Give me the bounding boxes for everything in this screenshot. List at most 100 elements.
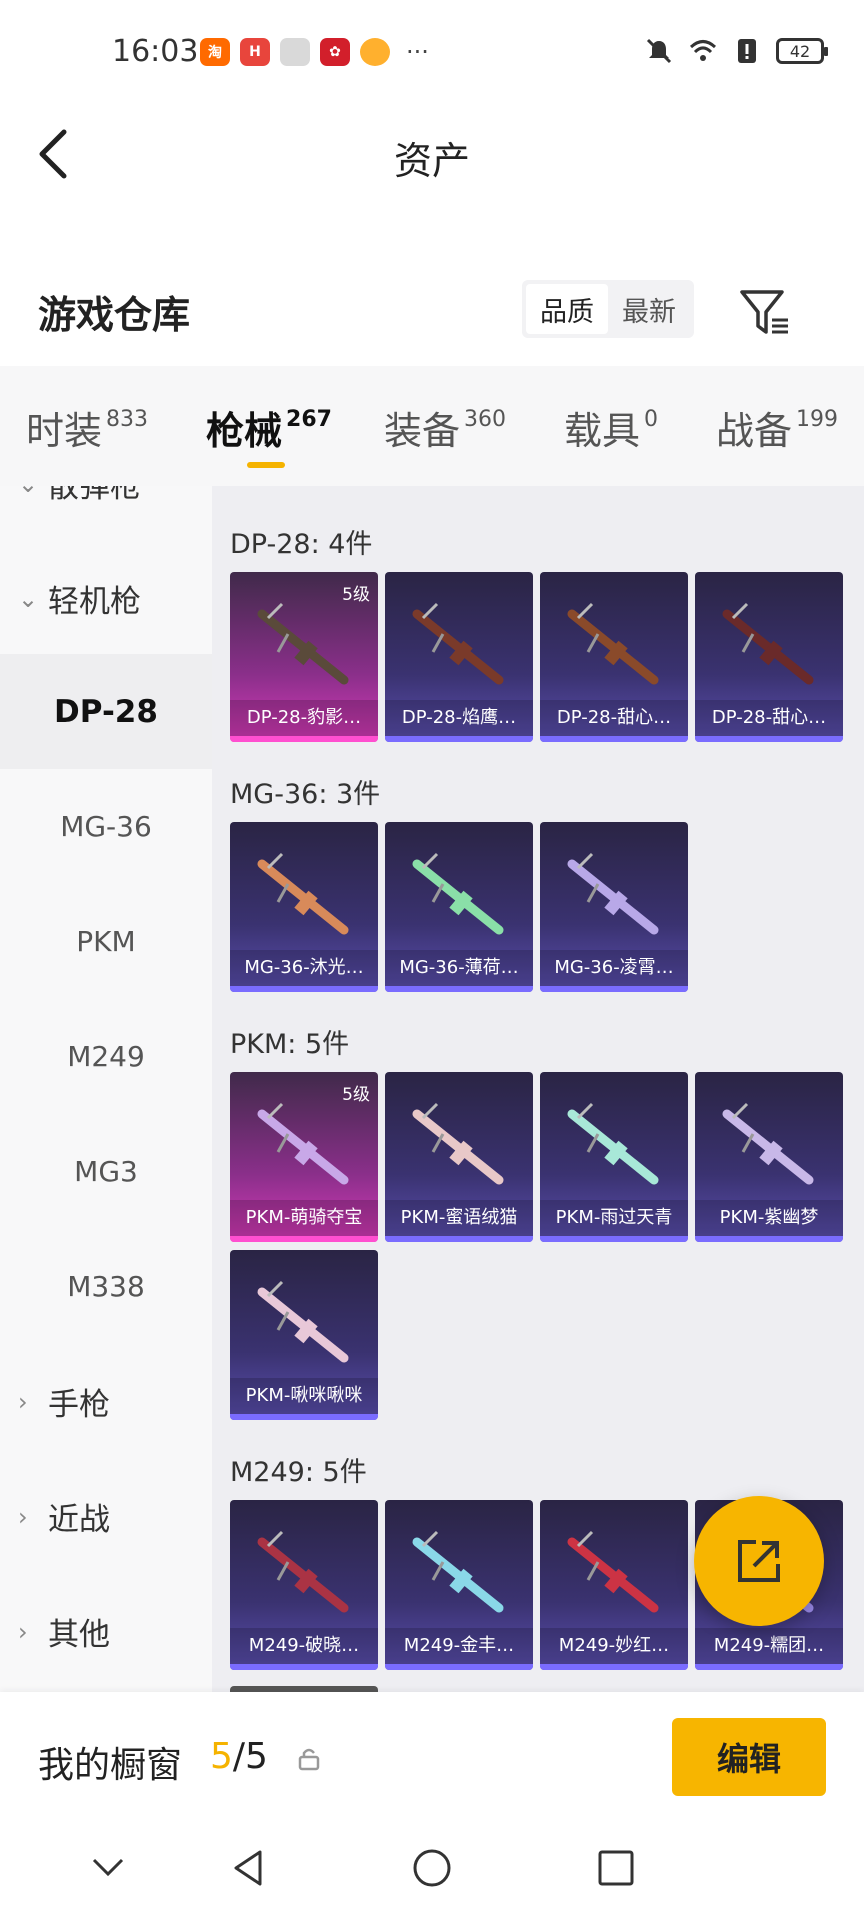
weapon-card[interactable]: MG-36-薄荷… xyxy=(385,822,533,992)
taobao-icon: 淘 xyxy=(200,38,230,66)
tab-supplies[interactable]: 战备 199 xyxy=(716,400,838,455)
weapon-card[interactable]: M249-妙红… xyxy=(540,1500,688,1670)
tab-label: 枪械 xyxy=(206,409,283,453)
sidebar-item-m338[interactable]: M338 xyxy=(0,1229,212,1344)
weapon-name: PKM-雨过天青 xyxy=(540,1200,688,1236)
group-title: M249: 5件 xyxy=(230,1457,367,1488)
sidebar-item-melee[interactable]: › 近战 xyxy=(0,1459,212,1574)
weapon-name: MG-36-凌霄… xyxy=(540,950,688,986)
rarity-bar xyxy=(540,1664,688,1670)
nav-recents-icon[interactable] xyxy=(594,1846,638,1890)
sidebar-item-mg3[interactable]: MG3 xyxy=(0,1114,212,1229)
rarity-bar xyxy=(230,1236,378,1242)
sidebar-item-pkm[interactable]: PKM xyxy=(0,884,212,999)
nav-collapse-icon[interactable] xyxy=(88,1846,128,1886)
nav-back-icon[interactable] xyxy=(226,1846,270,1890)
weapon-card[interactable]: M249-破晓… xyxy=(230,1500,378,1670)
weapon-icon xyxy=(257,1280,349,1363)
weapon-card[interactable]: 5级 PKM-萌骑夺宝 xyxy=(230,1072,378,1242)
weapon-card[interactable]: DP-28-甜心… xyxy=(695,572,843,742)
sidebar-item-label: 散弹枪 xyxy=(48,486,141,505)
weapon-name: M249-妙红… xyxy=(540,1628,688,1664)
weapon-card[interactable]: PKM-紫幽梦 xyxy=(695,1072,843,1242)
sidebar-item-label: 其他 xyxy=(48,1617,110,1653)
weapon-icon xyxy=(412,852,504,935)
edit-button[interactable]: 编辑 xyxy=(672,1718,826,1796)
sort-quality[interactable]: 品质 xyxy=(526,284,608,334)
nav-home-icon[interactable] xyxy=(410,1846,454,1890)
warehouse-header: 游戏仓库 品质 最新 xyxy=(0,270,864,370)
tab-label: 时装 xyxy=(26,409,103,453)
chevron-right-icon: › xyxy=(18,1502,28,1531)
tab-fashion[interactable]: 时装 833 xyxy=(26,400,148,455)
level-badge: 5级 xyxy=(342,585,370,605)
weapon-name: MG-36-沐光… xyxy=(230,950,378,986)
cat-icon xyxy=(360,38,390,66)
weapon-card[interactable]: M249-金丰… xyxy=(385,1500,533,1670)
tab-count: 199 xyxy=(796,407,839,432)
category-tabs: 时装 833 枪械 267 装备 360 载具 0 战备 199 xyxy=(0,366,864,486)
weapon-card[interactable]: MG-36-沐光… xyxy=(230,822,378,992)
page-title: 资产 xyxy=(393,139,470,183)
tab-weapons[interactable]: 枪械 267 xyxy=(206,400,332,455)
sidebar: ⌄ 散弹枪 ⌄ 轻机枪 DP-28 MG-36 PKM M249 MG3 M33… xyxy=(0,486,212,1696)
tab-vehicles[interactable]: 载具 0 xyxy=(564,400,658,455)
weapon-icon xyxy=(722,1102,814,1185)
weapon-name: M249-金丰… xyxy=(385,1628,533,1664)
rarity-bar xyxy=(230,736,378,742)
sidebar-item-m249[interactable]: M249 xyxy=(0,999,212,1114)
weapon-name: PKM-萌骑夺宝 xyxy=(230,1200,378,1236)
weapon-name: M249-破晓… xyxy=(230,1628,378,1664)
showcase-count-total: 5 xyxy=(245,1736,268,1777)
rarity-bar xyxy=(230,986,378,992)
sidebar-item-other[interactable]: › 其他 xyxy=(0,1574,212,1689)
sidebar-item-shotgun[interactable]: ⌄ 散弹枪 xyxy=(0,486,212,541)
rarity-bar xyxy=(695,736,843,742)
rarity-bar xyxy=(385,1236,533,1242)
weapon-card[interactable]: 5级 DP-28-豹影… xyxy=(230,572,378,742)
weapon-name: DP-28-甜心… xyxy=(695,700,843,736)
share-icon xyxy=(738,1540,780,1582)
sort-newest[interactable]: 最新 xyxy=(608,284,690,334)
weapon-name: DP-28-豹影… xyxy=(230,700,378,736)
weapon-name: PKM-紫幽梦 xyxy=(695,1200,843,1236)
weapon-card[interactable]: PKM-雨过天青 xyxy=(540,1072,688,1242)
weapon-name: DP-28-甜心… xyxy=(540,700,688,736)
weapon-name: MG-36-薄荷… xyxy=(385,950,533,986)
status-bar: 16:03 淘 H ✿ ··· 42 xyxy=(0,0,864,104)
sidebar-item-dp28[interactable]: DP-28 xyxy=(0,654,212,769)
rarity-bar xyxy=(230,1664,378,1670)
weapon-icon xyxy=(567,852,659,935)
share-button[interactable] xyxy=(694,1496,824,1626)
filter-icon[interactable] xyxy=(738,288,792,338)
weapon-icon xyxy=(257,602,349,685)
active-tab-indicator xyxy=(247,462,285,468)
warehouse-title: 游戏仓库 xyxy=(38,293,191,337)
rarity-bar xyxy=(230,1414,378,1420)
sidebar-item-pistol[interactable]: › 手枪 xyxy=(0,1344,212,1459)
weapon-icon xyxy=(567,1530,659,1613)
weapon-card[interactable]: MG-36-凌霄… xyxy=(540,822,688,992)
chevron-right-icon: › xyxy=(18,1387,28,1416)
status-app-icons: 淘 H ✿ ··· xyxy=(200,38,429,66)
sidebar-item-lmg[interactable]: ⌄ 轻机枪 xyxy=(0,541,212,656)
tab-equipment[interactable]: 装备 360 xyxy=(384,400,506,455)
weapon-card[interactable]: DP-28-甜心… xyxy=(540,572,688,742)
weapon-icon xyxy=(412,1530,504,1613)
lock-icon xyxy=(298,1748,320,1771)
weapon-card[interactable]: DP-28-焰鹰… xyxy=(385,572,533,742)
weapon-icon xyxy=(567,602,659,685)
weapon-icon xyxy=(257,852,349,935)
rarity-bar xyxy=(385,736,533,742)
tab-count: 267 xyxy=(286,407,332,432)
showcase-count-separator: / xyxy=(232,1736,246,1777)
rarity-bar xyxy=(540,1236,688,1242)
weapon-card[interactable]: PKM-蜜语绒猫 xyxy=(385,1072,533,1242)
sidebar-item-mg36[interactable]: MG-36 xyxy=(0,769,212,884)
tab-label: 战备 xyxy=(716,409,793,453)
mute-icon xyxy=(646,38,672,64)
weapon-icon xyxy=(412,602,504,685)
weapon-card[interactable]: PKM-啾咪啾咪 xyxy=(230,1250,378,1420)
sort-toggle: 品质 最新 xyxy=(522,280,694,338)
sidebar-item-label: 轻机枪 xyxy=(48,584,141,620)
